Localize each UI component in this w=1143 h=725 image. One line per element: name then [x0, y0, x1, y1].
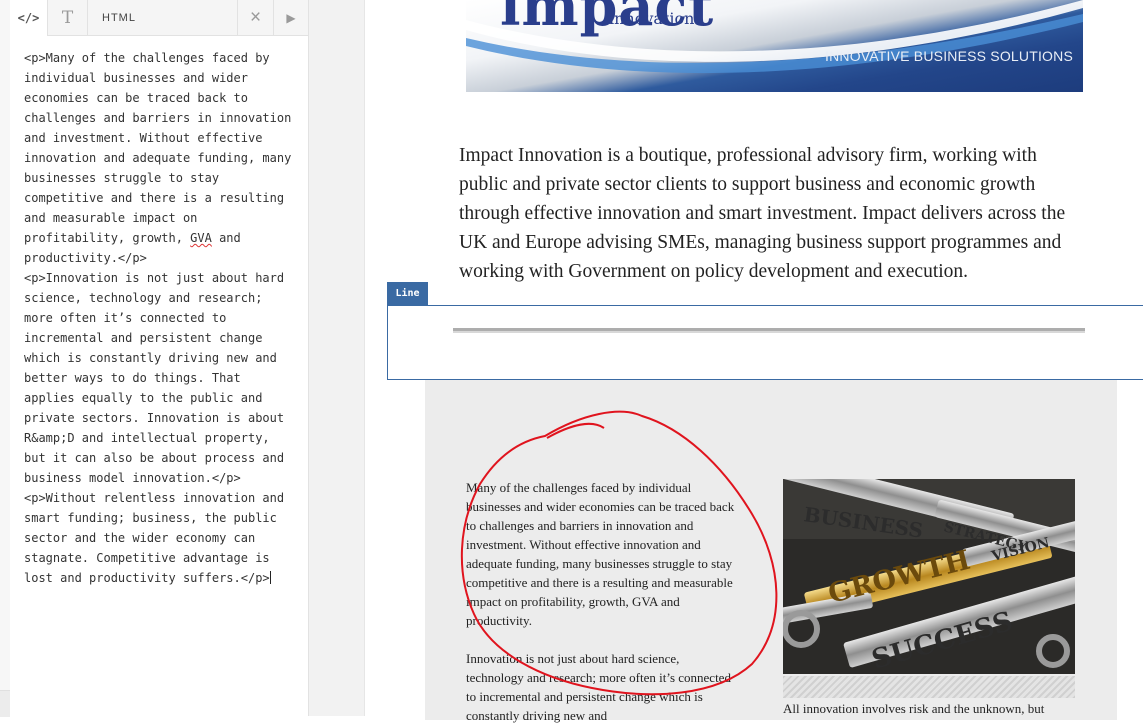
intro-paragraph: Impact Innovation is a boutique, profess…: [459, 145, 1066, 282]
code-view-icon[interactable]: </>: [10, 0, 48, 36]
banner-tagline: INNOVATIVE BUSINESS SOLUTIONS: [825, 48, 1073, 64]
code-line: more often it’s connected to: [24, 311, 227, 325]
code-line: smart funding; business, the public: [24, 511, 277, 525]
code-line: stagnate. Competitive advantage is: [24, 551, 270, 565]
code-line: applies equally to the public and: [24, 391, 263, 405]
text-caret: [269, 571, 271, 584]
horizontal-rule: [453, 328, 1085, 333]
code-line: individual businesses and wider: [24, 71, 248, 85]
code-line: which is constantly driving new and: [24, 351, 277, 365]
code-line: profitability, growth,: [24, 231, 191, 245]
code-line: science, technology and research;: [24, 291, 263, 305]
code-line: R&amp;D and intellectual property,: [24, 431, 270, 445]
code-line: but it can also be about process and: [24, 451, 285, 465]
code-line: lost and productivity suffers.</p>: [24, 571, 270, 585]
company-logo-subtitle: innovation: [609, 9, 695, 28]
code-line: economies can be traced back to: [24, 91, 248, 105]
gutter-marker: [0, 690, 10, 717]
preview-gutter: [309, 0, 365, 716]
text-view-icon[interactable]: T: [48, 0, 88, 35]
header-banner: impact innovation INNOVATIVE BUSINESS SO…: [466, 0, 1083, 92]
body-paragraph[interactable]: All innovation involves risk and the unk…: [783, 699, 1083, 718]
code-line: innovation and adequate funding, many: [24, 151, 292, 165]
body-paragraph[interactable]: Many of the challenges faced by individu…: [466, 478, 736, 630]
play-icon[interactable]: ▶: [274, 0, 308, 35]
code-line: better ways to do things. That: [24, 371, 241, 385]
spellcheck-word: GVA: [190, 231, 212, 245]
code-line: businesses struggle to stay: [24, 171, 220, 185]
code-line: and investment. Without effective: [24, 131, 263, 145]
body-paragraph[interactable]: Innovation is not just about hard scienc…: [466, 649, 736, 725]
content-section: Many of the challenges faced by individu…: [425, 380, 1117, 723]
code-line: competitive and there is a resulting: [24, 191, 285, 205]
editor-mode-label: HTML: [88, 0, 238, 35]
close-icon[interactable]: ×: [238, 0, 274, 35]
code-line: and measurable impact on: [24, 211, 198, 225]
code-editor[interactable]: <p>Many of the challenges faced by indiv…: [24, 48, 306, 588]
line-block-label[interactable]: Line: [387, 282, 428, 305]
image-caption-bar: [783, 676, 1075, 698]
code-line: challenges and barriers in innovation: [24, 111, 292, 125]
code-line: <p>Without relentless innovation and: [24, 491, 285, 505]
growth-keys-image: BUSINESS STRATEGY VISION GROWTH SUCCESS: [783, 479, 1075, 674]
editor-toolbar: </> T HTML × ▶: [10, 0, 308, 36]
code-line: <p>Many of the challenges faced by: [24, 51, 270, 65]
code-line: sector and the wider economy can: [24, 531, 256, 545]
code-line: incremental and persistent change: [24, 331, 263, 345]
line-block[interactable]: [387, 305, 1143, 380]
html-editor-panel: </> T HTML × ▶ <p>Many of the challenges…: [10, 0, 309, 716]
code-line: productivity.</p>: [24, 251, 147, 265]
code-line: <p>Innovation is not just about hard: [24, 271, 285, 285]
growth-keys-graphic: BUSINESS STRATEGY VISION GROWTH SUCCESS: [783, 479, 1075, 674]
code-line: business model innovation.</p>: [24, 471, 241, 485]
code-line: and: [211, 231, 241, 245]
code-line: private sectors. Innovation is about: [24, 411, 285, 425]
